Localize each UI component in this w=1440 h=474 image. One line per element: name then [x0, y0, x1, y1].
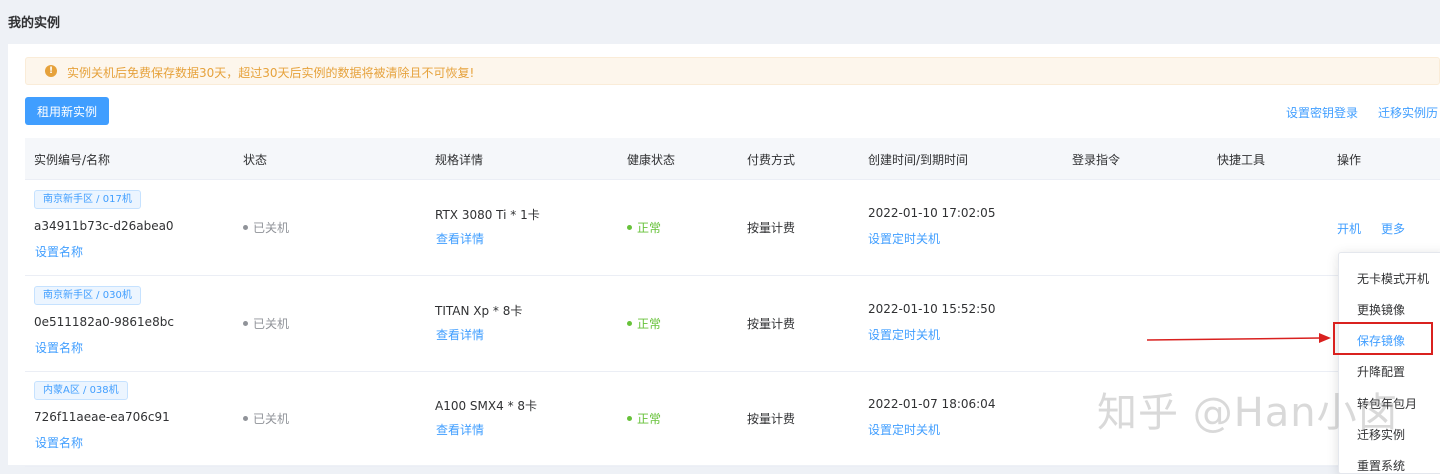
rent-new-instance-button[interactable]: 租用新实例	[25, 97, 109, 125]
highlight-box	[1333, 322, 1433, 355]
menu-item-monthly[interactable]: 转包年包月	[1357, 395, 1417, 412]
spec-text: RTX 3080 Ti * 1卡	[435, 208, 540, 222]
table-row: 内蒙A区 / 038机 726f11aeae-ea706c91 设置名称 已关机…	[25, 371, 1440, 467]
set-name-link[interactable]: 设置名称	[35, 339, 83, 356]
table-row: 南京新手区 / 017机 a34911b73c-d26abea0 设置名称 已关…	[25, 180, 1440, 276]
status-dot	[243, 225, 248, 230]
region-tag: 南京新手区 / 017机	[34, 190, 141, 209]
health-label: 正常	[627, 410, 661, 427]
spec-text: A100 SMX4 * 8卡	[435, 399, 538, 413]
page-title: 我的实例	[8, 16, 61, 31]
annotation-arrow-icon	[1146, 333, 1331, 343]
col-actions: 操作	[1337, 153, 1362, 167]
created-time: 2022-01-10 17:02:05	[868, 206, 996, 220]
status-label: 已关机	[243, 315, 289, 332]
instance-id: 0e511182a0-9861e8bc	[34, 315, 174, 329]
billing-text: 按量计费	[747, 412, 796, 426]
created-time: 2022-01-10 15:52:50	[868, 302, 996, 316]
view-detail-link[interactable]: 查看详情	[436, 230, 484, 247]
schedule-shutdown-link[interactable]: 设置定时关机	[868, 230, 940, 247]
status-label: 已关机	[243, 410, 289, 427]
col-health: 健康状态	[627, 153, 676, 167]
status-label: 已关机	[243, 219, 289, 236]
more-dropdown-menu: 无卡模式开机 更换镜像 保存镜像 升降配置 转包年包月 迁移实例 重置系统	[1338, 252, 1440, 474]
view-detail-link[interactable]: 查看详情	[436, 421, 484, 438]
page-header: 我的实例	[0, 0, 1440, 44]
region-tag: 南京新手区 / 030机	[34, 286, 141, 305]
menu-item-migrate-instance[interactable]: 迁移实例	[1357, 426, 1405, 443]
billing-text: 按量计费	[747, 317, 796, 331]
warning-alert: ! 实例关机后免费保存数据30天，超过30天后实例的数据将被清除且不可恢复!	[25, 57, 1440, 85]
col-time: 创建时间/到期时间	[868, 153, 969, 167]
health-dot	[627, 416, 632, 421]
table-header: 实例编号/名称 状态 规格详情 健康状态 付费方式 创建时间/到期时间 登录指令…	[25, 138, 1440, 180]
table-row: 南京新手区 / 030机 0e511182a0-9861e8bc 设置名称 已关…	[25, 276, 1440, 372]
schedule-shutdown-link[interactable]: 设置定时关机	[868, 421, 940, 438]
set-key-login-link[interactable]: 设置密钥登录	[1286, 104, 1358, 121]
col-spec: 规格详情	[435, 153, 484, 167]
set-name-link[interactable]: 设置名称	[35, 243, 83, 260]
health-label: 正常	[627, 315, 661, 332]
instance-id: a34911b73c-d26abea0	[34, 219, 174, 233]
spec-text: TITAN Xp * 8卡	[435, 304, 523, 318]
health-dot	[627, 225, 632, 230]
menu-item-no-gpu-start[interactable]: 无卡模式开机	[1357, 270, 1429, 287]
menu-item-resize-config[interactable]: 升降配置	[1357, 363, 1405, 380]
health-dot	[627, 321, 632, 326]
col-login-cmd: 登录指令	[1072, 153, 1121, 167]
region-tag: 内蒙A区 / 038机	[34, 381, 128, 400]
col-tools: 快捷工具	[1217, 153, 1266, 167]
menu-item-change-image[interactable]: 更换镜像	[1357, 301, 1405, 318]
start-button[interactable]: 开机	[1337, 220, 1361, 237]
more-button[interactable]: 更多	[1381, 220, 1405, 237]
schedule-shutdown-link[interactable]: 设置定时关机	[868, 326, 940, 343]
set-name-link[interactable]: 设置名称	[35, 434, 83, 451]
warning-icon: !	[45, 65, 57, 77]
menu-item-reset-system[interactable]: 重置系统	[1357, 457, 1405, 474]
created-time: 2022-01-07 18:06:04	[868, 397, 996, 411]
col-billing: 付费方式	[747, 153, 796, 167]
health-label: 正常	[627, 219, 661, 236]
billing-text: 按量计费	[747, 221, 796, 235]
instance-id: 726f11aeae-ea706c91	[34, 410, 170, 424]
alert-text: 实例关机后免费保存数据30天，超过30天后实例的数据将被清除且不可恢复!	[67, 66, 475, 80]
view-detail-link[interactable]: 查看详情	[436, 326, 484, 343]
migrate-history-link[interactable]: 迁移实例历	[1378, 104, 1438, 121]
status-dot	[243, 321, 248, 326]
status-dot	[243, 416, 248, 421]
col-instance: 实例编号/名称	[34, 153, 111, 167]
col-status: 状态	[243, 153, 268, 167]
